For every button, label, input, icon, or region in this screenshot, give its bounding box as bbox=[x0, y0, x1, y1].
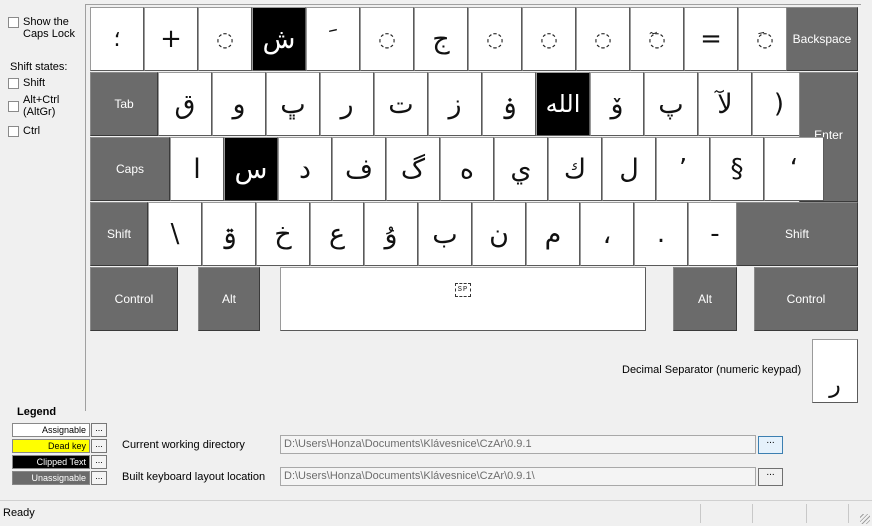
altgr-checkbox[interactable] bbox=[8, 101, 19, 112]
legend-assignable: Assignable bbox=[12, 423, 90, 437]
key-r1-9[interactable]: ◌ bbox=[522, 7, 576, 71]
key-r1-5[interactable]: ﹶ bbox=[306, 7, 360, 71]
key-r4-3[interactable]: خ bbox=[256, 202, 310, 266]
control-left-key[interactable]: Control bbox=[90, 267, 178, 331]
key-r4-8[interactable]: م bbox=[526, 202, 580, 266]
key-r4-1[interactable]: \ bbox=[148, 202, 202, 266]
build-location-browse-button[interactable]: ... bbox=[758, 468, 783, 486]
key-r2-10[interactable]: پ bbox=[644, 72, 698, 136]
key-r1-11[interactable]: ◌ٓ bbox=[630, 7, 684, 71]
altgr-label: Alt+Ctrl (AltGr) bbox=[23, 94, 60, 118]
key-r3-10[interactable]: ’ bbox=[656, 137, 710, 201]
show-caps-lock-option[interactable]: Show the Caps Lock bbox=[8, 16, 85, 40]
decimal-separator-label: Decimal Separator (numeric keypad) bbox=[622, 364, 802, 376]
legend-title: Legend bbox=[17, 406, 57, 418]
caps-key[interactable]: Caps bbox=[90, 137, 170, 201]
altgr-option[interactable]: Alt+Ctrl (AltGr) bbox=[8, 94, 71, 118]
key-r3-6[interactable]: ه bbox=[440, 137, 494, 201]
alt-left-key[interactable]: Alt bbox=[198, 267, 260, 331]
key-r3-7[interactable]: ي bbox=[494, 137, 548, 201]
key-r1-3[interactable]: ◌ bbox=[198, 7, 252, 71]
key-r1-4[interactable]: ش bbox=[252, 7, 306, 71]
key-r2-1[interactable]: ق bbox=[158, 72, 212, 136]
key-r4-4[interactable]: ع bbox=[310, 202, 364, 266]
alt-right-key[interactable]: Alt bbox=[673, 267, 737, 331]
key-r4-6[interactable]: ب bbox=[418, 202, 472, 266]
options-panel: Show the Caps Lock Shift states: Shift A… bbox=[0, 0, 84, 410]
key-r3-1[interactable]: ا bbox=[170, 137, 224, 201]
show-caps-lock-label: Show the Caps Lock bbox=[23, 16, 75, 40]
key-r4-11[interactable]: - bbox=[688, 202, 742, 266]
key-r2-12[interactable]: ) bbox=[752, 72, 806, 136]
cwd-label: Current working directory bbox=[122, 439, 245, 451]
shift-states-title: Shift states: bbox=[10, 61, 68, 73]
tab-key[interactable]: Tab bbox=[90, 72, 158, 136]
status-separator bbox=[806, 504, 807, 523]
key-r1-13[interactable]: ◌َ bbox=[738, 7, 792, 71]
legend-unassignable: Unassignable bbox=[12, 471, 90, 485]
key-r2-11[interactable]: لآ bbox=[698, 72, 752, 136]
key-r3-11[interactable]: § bbox=[710, 137, 764, 201]
backspace-key[interactable]: Backspace bbox=[786, 7, 858, 71]
legend-dead-key: Dead key bbox=[12, 439, 90, 453]
key-r1-2[interactable]: + bbox=[144, 7, 198, 71]
key-r3-8[interactable]: ك bbox=[548, 137, 602, 201]
status-bar: Ready bbox=[0, 500, 872, 526]
show-caps-lock-checkbox[interactable] bbox=[8, 17, 19, 28]
key-r1-12[interactable]: = bbox=[684, 7, 738, 71]
legend-unassignable-button[interactable]: ... bbox=[91, 471, 107, 485]
keyboard-area: ؛ + ◌ ش ﹶ ◌ ج ◌ ◌ ◌ ◌ٓ = ◌َ Backspace Ta… bbox=[85, 4, 861, 411]
ctrl-label: Ctrl bbox=[23, 125, 41, 137]
status-separator bbox=[848, 504, 849, 523]
key-r2-8[interactable]: الله bbox=[536, 72, 590, 136]
shift-right-key[interactable]: Shift bbox=[736, 202, 858, 266]
shift-option[interactable]: Shift bbox=[8, 77, 45, 89]
cwd-browse-button[interactable]: ... bbox=[758, 436, 783, 454]
key-r1-6[interactable]: ◌ bbox=[360, 7, 414, 71]
key-r3-3[interactable]: د bbox=[278, 137, 332, 201]
key-r2-2[interactable]: و bbox=[212, 72, 266, 136]
key-r1-8[interactable]: ◌ bbox=[468, 7, 522, 71]
control-right-key[interactable]: Control bbox=[754, 267, 858, 331]
space-label: SP bbox=[454, 283, 472, 297]
key-r3-5[interactable]: گ bbox=[386, 137, 440, 201]
key-r3-4[interactable]: ف bbox=[332, 137, 386, 201]
status-separator bbox=[752, 504, 753, 523]
key-r2-9[interactable]: ۆ bbox=[590, 72, 644, 136]
legend-assignable-button[interactable]: ... bbox=[91, 423, 107, 437]
key-r2-7[interactable]: ۏ bbox=[482, 72, 536, 136]
status-separator bbox=[700, 504, 701, 523]
key-r2-3[interactable]: ڀ bbox=[266, 72, 320, 136]
key-r1-1[interactable]: ؛ bbox=[90, 7, 144, 71]
key-r1-7[interactable]: ج bbox=[414, 7, 468, 71]
ctrl-checkbox[interactable] bbox=[8, 126, 19, 137]
decimal-separator-key[interactable]: ﺭ bbox=[812, 339, 858, 403]
key-r4-5[interactable]: ۇ bbox=[364, 202, 418, 266]
key-r4-2[interactable]: ۊ bbox=[202, 202, 256, 266]
key-r2-5[interactable]: ت bbox=[374, 72, 428, 136]
legend-clipped-text-button[interactable]: ... bbox=[91, 455, 107, 469]
key-r4-10[interactable]: . bbox=[634, 202, 688, 266]
key-r3-12[interactable]: ‘ bbox=[764, 137, 824, 201]
status-text: Ready bbox=[3, 507, 35, 519]
key-r1-10[interactable]: ◌ bbox=[576, 7, 630, 71]
ctrl-option[interactable]: Ctrl bbox=[8, 125, 40, 137]
key-r2-6[interactable]: ز bbox=[428, 72, 482, 136]
key-r2-4[interactable]: ر bbox=[320, 72, 374, 136]
cwd-field[interactable]: D:\Users\Honza\Documents\Klávesnice\CzAr… bbox=[280, 435, 756, 454]
build-location-label: Built keyboard layout location bbox=[122, 471, 266, 483]
legend-dead-key-button[interactable]: ... bbox=[91, 439, 107, 453]
shift-label: Shift bbox=[23, 77, 46, 89]
key-r4-7[interactable]: ن bbox=[472, 202, 526, 266]
legend-clipped-text: Clipped Text bbox=[12, 455, 90, 469]
key-r4-9[interactable]: ، bbox=[580, 202, 634, 266]
key-r3-9[interactable]: ل bbox=[602, 137, 656, 201]
key-r3-2[interactable]: س bbox=[224, 137, 278, 201]
space-key[interactable]: SP bbox=[280, 267, 646, 331]
shift-left-key[interactable]: Shift bbox=[90, 202, 148, 266]
build-location-field[interactable]: D:\Users\Honza\Documents\Klávesnice\CzAr… bbox=[280, 467, 756, 486]
resize-grip-icon[interactable] bbox=[860, 514, 870, 524]
shift-checkbox[interactable] bbox=[8, 78, 19, 89]
